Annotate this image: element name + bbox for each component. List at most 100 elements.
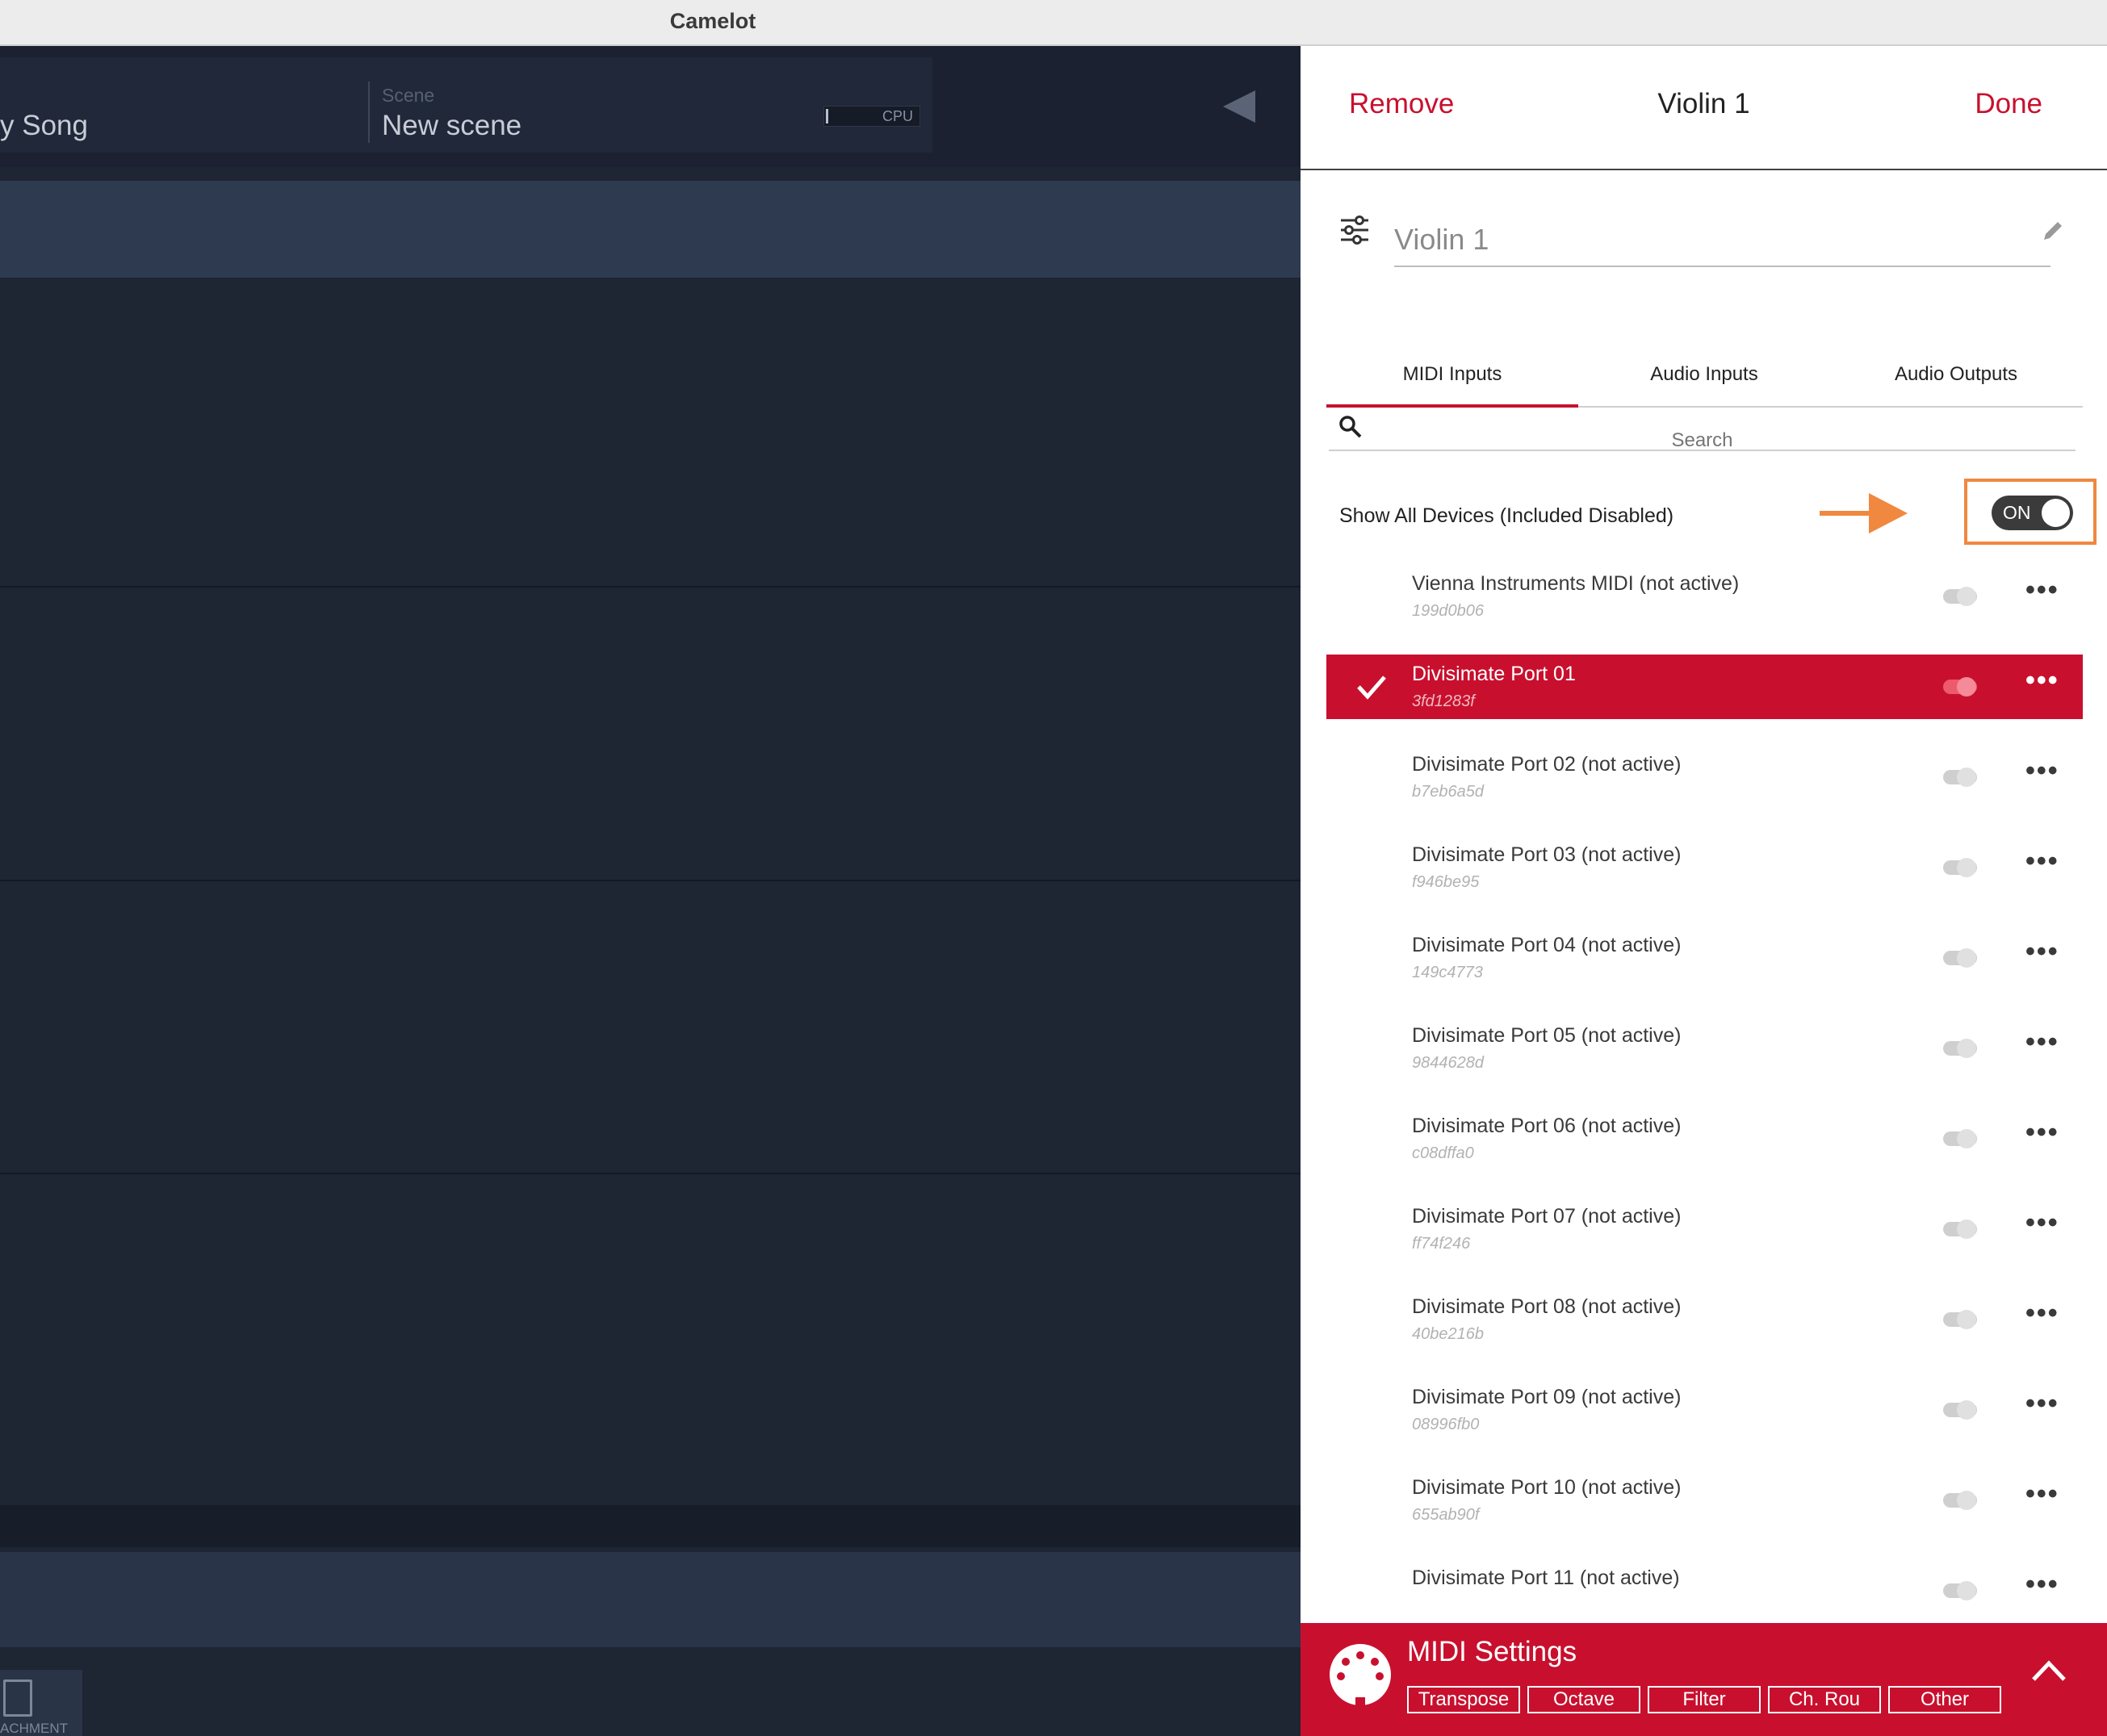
device-name: Divisimate Port 01 <box>1412 663 1576 685</box>
device-name: Divisimate Port 03 (not active) <box>1412 843 1682 866</box>
show-all-devices-label: Show All Devices (Included Disabled) <box>1339 504 1674 527</box>
device-name: Divisimate Port 05 (not active) <box>1412 1024 1682 1047</box>
toggle-icon[interactable] <box>1942 1398 1979 1422</box>
more-icon[interactable]: ••• <box>2025 757 2058 789</box>
device-id: 08996fb0 <box>1412 1416 1480 1433</box>
device-name: Divisimate Port 07 (not active) <box>1412 1205 1682 1228</box>
checkmark-icon <box>1357 676 1386 700</box>
device-id: 149c4773 <box>1412 964 1483 981</box>
divider <box>368 82 370 143</box>
list-item[interactable]: Divisimate Port 09 (not active) 08996fb0 •… <box>1326 1378 2083 1442</box>
pencil-icon[interactable] <box>2041 219 2065 243</box>
list-item[interactable]: Divisimate Port 05 (not active) 9844628d •… <box>1326 1016 2083 1081</box>
document-icon <box>3 1680 32 1717</box>
list-item[interactable]: Divisimate Port 08 (not active) 40be216b •… <box>1326 1287 2083 1352</box>
back-triangle-icon[interactable] <box>1223 90 1255 123</box>
list-item[interactable]: Vienna Instruments MIDI (not active) 199d… <box>1326 564 2083 629</box>
more-icon[interactable]: ••• <box>2025 1299 2058 1331</box>
more-icon[interactable]: ••• <box>2025 1028 2058 1060</box>
list-item[interactable]: Divisimate Port 10 (not active) 655ab90f •… <box>1326 1468 2083 1533</box>
midi-settings-bar[interactable]: MIDI Settings Transpose Octave Filter Ch… <box>1301 1623 2107 1736</box>
show-all-devices-toggle[interactable]: ON <box>1992 496 2073 530</box>
attachment-button[interactable]: ACHMENT <box>0 1670 82 1736</box>
divider <box>0 1173 1301 1174</box>
cpu-label: CPU <box>882 108 913 124</box>
annotation-arrow <box>1820 511 1871 516</box>
more-icon[interactable]: ••• <box>2025 1571 2058 1602</box>
more-icon[interactable]: ••• <box>2025 1119 2058 1150</box>
toggle-icon[interactable] <box>1942 675 1979 699</box>
list-item[interactable]: Divisimate Port 04 (not active) 149c4773 •… <box>1326 926 2083 990</box>
attachment-label: ACHMENT <box>0 1721 69 1736</box>
more-icon[interactable]: ••• <box>2025 1480 2058 1512</box>
song-label[interactable]: y Song <box>0 110 88 142</box>
device-id: b7eb6a5d <box>1412 783 1484 801</box>
search-input[interactable] <box>1329 413 2076 454</box>
toggle-icon[interactable] <box>1942 1217 1979 1241</box>
toggle-icon[interactable] <box>1942 855 1979 880</box>
window-titlebar: Camelot <box>0 0 2107 46</box>
list-item[interactable]: Divisimate Port 02 (not active) b7eb6a5d •… <box>1326 745 2083 809</box>
device-name: Divisimate Port 08 (not active) <box>1412 1295 1682 1318</box>
device-name: Divisimate Port 09 (not active) <box>1412 1386 1682 1408</box>
track-header-strip[interactable] <box>0 181 1301 278</box>
done-button[interactable]: Done <box>1975 88 2042 120</box>
list-item[interactable]: Divisimate Port 11 (not active) ••• <box>1326 1558 2083 1623</box>
device-id: 3fd1283f <box>1412 692 1475 710</box>
annotation-arrow-head <box>1869 493 1908 533</box>
scene-caption: Scene <box>382 85 435 106</box>
device-id: 199d0b06 <box>1412 602 1484 620</box>
toggle-icon[interactable] <box>1942 1307 1979 1332</box>
toggle-icon[interactable] <box>1942 946 1979 970</box>
device-id: 40be216b <box>1412 1325 1484 1343</box>
channel-routing-button[interactable]: Ch. Rou <box>1768 1686 1881 1713</box>
toggle-icon[interactable] <box>1942 765 1979 789</box>
device-name: Divisimate Port 04 (not active) <box>1412 934 1682 956</box>
search-underline <box>1329 450 2076 451</box>
top-bar: y Song Scene New scene CPU <box>0 46 1301 167</box>
list-item[interactable]: Divisimate Port 03 (not active) f946be95 •… <box>1326 835 2083 900</box>
transpose-button[interactable]: Transpose <box>1407 1686 1520 1713</box>
device-name: Vienna Instruments MIDI (not active) <box>1412 572 1740 595</box>
octave-button[interactable]: Octave <box>1527 1686 1640 1713</box>
toggle-knob <box>2042 499 2070 527</box>
more-icon[interactable]: ••• <box>2025 938 2058 969</box>
song-scene-box[interactable]: y Song Scene New scene CPU <box>0 57 932 153</box>
device-id: ff74f246 <box>1412 1235 1471 1253</box>
device-id: 655ab90f <box>1412 1506 1480 1524</box>
toggle-icon[interactable] <box>1942 1488 1979 1512</box>
cpu-meter-fill <box>826 109 828 123</box>
remove-button[interactable]: Remove <box>1349 88 1454 120</box>
tab-audio-inputs[interactable]: Audio Inputs <box>1578 330 1830 408</box>
layer-name-input[interactable] <box>1394 214 2050 267</box>
device-name: Divisimate Port 10 (not active) <box>1412 1476 1682 1499</box>
device-id: f946be95 <box>1412 873 1480 891</box>
sliders-icon[interactable] <box>1339 215 1370 245</box>
divider <box>0 880 1301 881</box>
list-item[interactable]: Divisimate Port 06 (not active) c08dffa0 •… <box>1326 1106 2083 1171</box>
toggle-icon[interactable] <box>1942 1036 1979 1060</box>
more-icon[interactable]: ••• <box>2025 1390 2058 1421</box>
footer-strip[interactable] <box>0 1552 1301 1647</box>
chevron-up-icon[interactable] <box>2030 1659 2067 1683</box>
toggle-icon[interactable] <box>1942 584 1979 609</box>
tab-midi-inputs[interactable]: MIDI Inputs <box>1326 330 1578 408</box>
other-button[interactable]: Other <box>1888 1686 2001 1713</box>
more-icon[interactable]: ••• <box>2025 1209 2058 1240</box>
device-list: Vienna Instruments MIDI (not active) 199d… <box>1326 564 2083 1646</box>
tab-audio-outputs[interactable]: Audio Outputs <box>1830 330 2082 408</box>
toggle-icon[interactable] <box>1942 1127 1979 1151</box>
cpu-meter: CPU <box>823 106 920 127</box>
toggle-icon[interactable] <box>1942 1579 1979 1603</box>
divider <box>0 586 1301 588</box>
list-item[interactable]: Divisimate Port 01 3fd1283f ••• <box>1326 655 2083 719</box>
list-item[interactable]: Divisimate Port 07 (not active) ff74f246 •… <box>1326 1197 2083 1261</box>
more-icon[interactable]: ••• <box>2025 847 2058 879</box>
more-icon[interactable]: ••• <box>2025 576 2058 608</box>
layer-settings-panel: Violin 1 Remove Done MIDI Inputs Audio I… <box>1301 46 2107 1736</box>
device-name: Divisimate Port 06 (not active) <box>1412 1115 1682 1137</box>
more-icon[interactable]: ••• <box>2025 667 2058 698</box>
filter-button[interactable]: Filter <box>1648 1686 1761 1713</box>
scene-name[interactable]: New scene <box>382 110 522 142</box>
io-tabs: MIDI Inputs Audio Inputs Audio Outputs <box>1326 330 2083 408</box>
